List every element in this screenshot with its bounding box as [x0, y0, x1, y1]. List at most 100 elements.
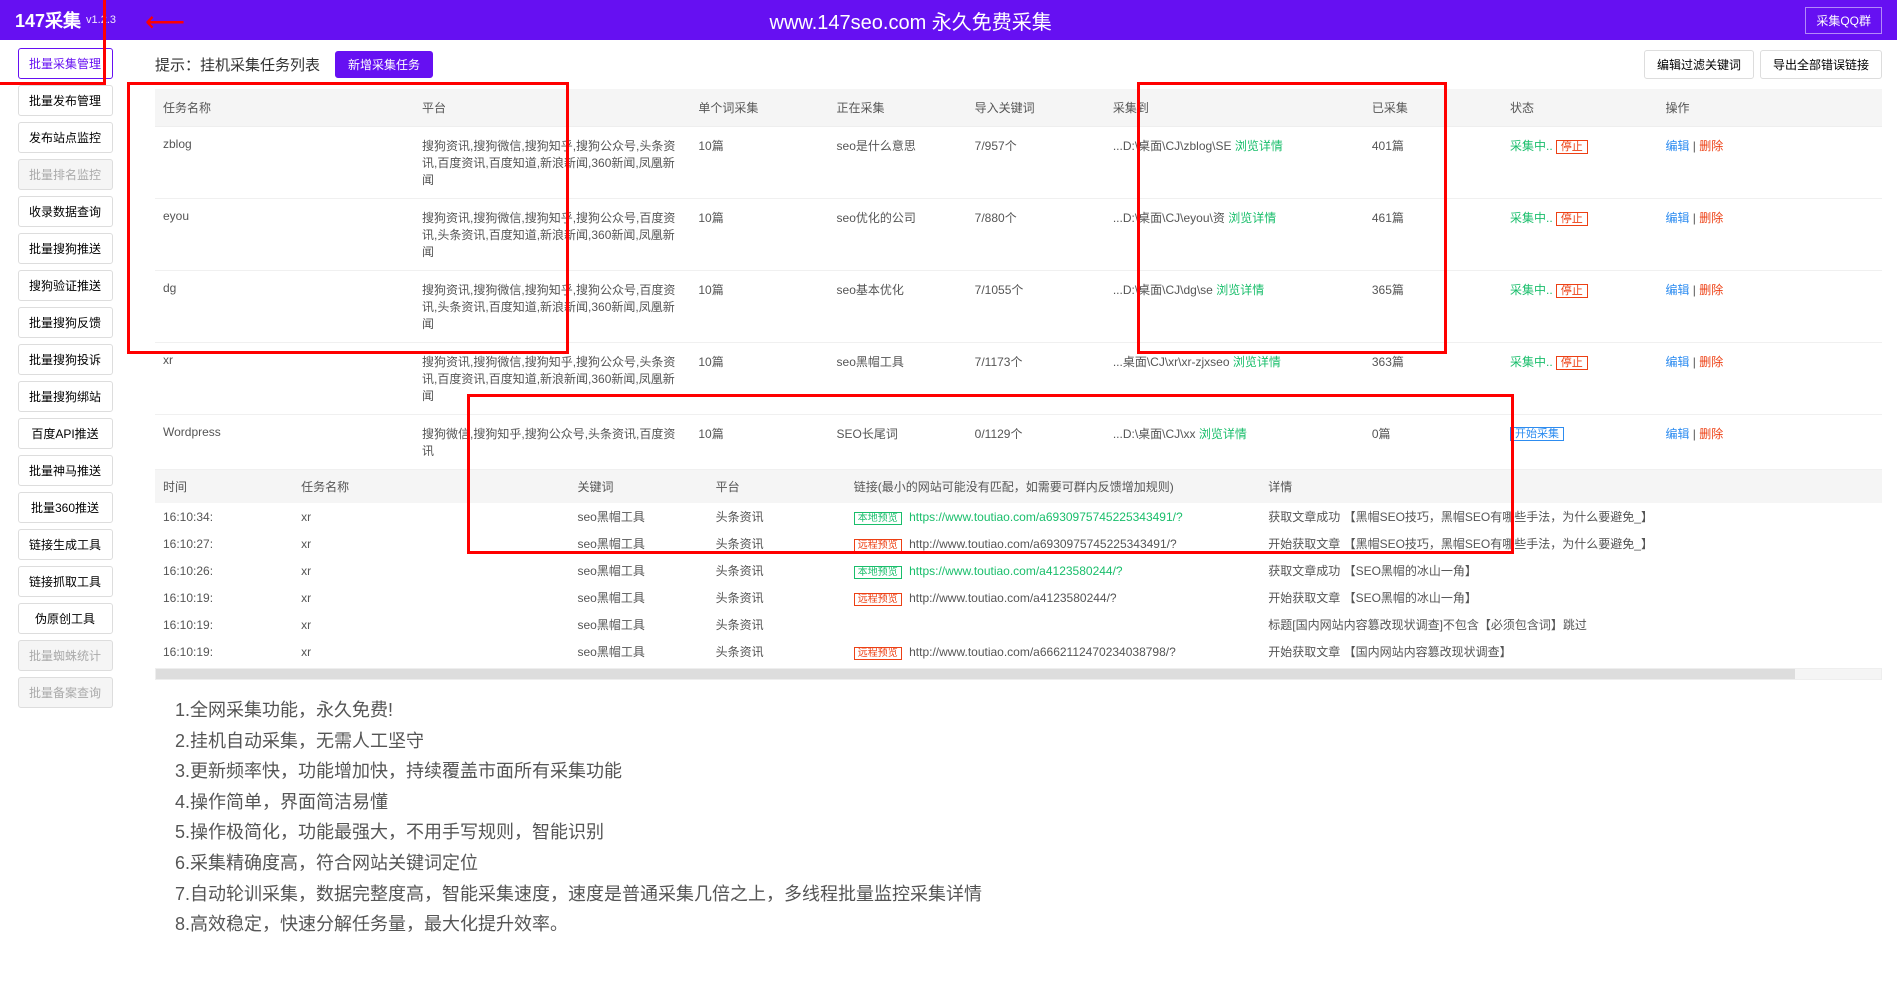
task-header: 正在采集	[829, 89, 967, 127]
task-count: 10篇	[690, 127, 828, 199]
task-current: SEO长尾词	[829, 415, 967, 470]
browse-link[interactable]: 浏览详情	[1235, 139, 1283, 153]
export-error-button[interactable]: 导出全部错误链接	[1760, 50, 1882, 79]
preview-badge[interactable]: 远程预览	[854, 647, 902, 660]
task-imported: 7/957个	[967, 127, 1105, 199]
sidebar-item-6[interactable]: 搜狗验证推送	[18, 270, 113, 301]
browse-link[interactable]: 浏览详情	[1216, 283, 1264, 297]
new-task-button[interactable]: 新增采集任务	[335, 51, 433, 78]
sidebar-item-4[interactable]: 收录数据查询	[18, 196, 113, 227]
sidebar-item-0[interactable]: 批量采集管理	[18, 48, 113, 79]
stop-button[interactable]: 停止	[1556, 140, 1588, 154]
sidebar-item-9[interactable]: 批量搜狗绑站	[18, 381, 113, 412]
log-task: xr	[293, 530, 569, 557]
task-imported: 7/880个	[967, 199, 1105, 271]
task-current: seo黑帽工具	[829, 343, 967, 415]
delete-link[interactable]: 删除	[1699, 283, 1723, 297]
task-imported: 7/1173个	[967, 343, 1105, 415]
task-path: ...D:\桌面\CJ\zblog\SE 浏览详情	[1105, 127, 1364, 199]
preview-badge[interactable]: 本地预览	[854, 512, 902, 525]
edit-link[interactable]: 编辑	[1665, 427, 1689, 441]
sidebar-item-1[interactable]: 批量发布管理	[18, 85, 113, 116]
log-platform: 头条资讯	[708, 557, 846, 584]
stop-button[interactable]: 停止	[1556, 284, 1588, 298]
sidebar-item-14[interactable]: 链接抓取工具	[18, 566, 113, 597]
log-keyword: seo黑帽工具	[569, 584, 707, 611]
log-detail: 开始获取文章 【国内网站内容篡改现状调查】	[1260, 638, 1882, 665]
browse-link[interactable]: 浏览详情	[1199, 427, 1247, 441]
edit-link[interactable]: 编辑	[1665, 211, 1689, 225]
log-url[interactable]: http://www.toutiao.com/a6930975745225343…	[909, 537, 1177, 551]
log-url[interactable]: https://www.toutiao.com/a4123580244/?	[909, 564, 1122, 578]
horizontal-scrollbar[interactable]	[155, 668, 1882, 680]
stop-button[interactable]: 停止	[1556, 212, 1588, 226]
task-header: 单个词采集	[690, 89, 828, 127]
qq-group-button[interactable]: 采集QQ群	[1805, 7, 1882, 34]
browse-link[interactable]: 浏览详情	[1233, 355, 1281, 369]
sidebar-item-13[interactable]: 链接生成工具	[18, 529, 113, 560]
sidebar: 批量采集管理批量发布管理发布站点监控批量排名监控收录数据查询批量搜狗推送搜狗验证…	[0, 40, 130, 950]
delete-link[interactable]: 删除	[1699, 139, 1723, 153]
feature-item: 5.操作极简化，功能最强大，不用手写规则，智能识别	[175, 817, 1882, 848]
sidebar-item-15[interactable]: 伪原创工具	[18, 603, 113, 634]
sidebar-item-5[interactable]: 批量搜狗推送	[18, 233, 113, 264]
log-keyword: seo黑帽工具	[569, 638, 707, 665]
feature-item: 4.操作简单，界面简洁易懂	[175, 787, 1882, 818]
log-row: 16:10:19:xrseo黑帽工具头条资讯 标题[国内网站内容篡改现状调查]不…	[155, 611, 1882, 638]
preview-badge[interactable]: 远程预览	[854, 593, 902, 606]
task-header: 状态	[1502, 89, 1657, 127]
task-header: 操作	[1657, 89, 1882, 127]
feature-list: 1.全网采集功能，永久免费!2.挂机自动采集，无需人工坚守3.更新频率快，功能增…	[155, 695, 1882, 940]
task-header: 已采集	[1364, 89, 1502, 127]
task-name: xr	[155, 343, 414, 415]
sidebar-item-12[interactable]: 批量360推送	[18, 492, 113, 523]
edit-link[interactable]: 编辑	[1665, 283, 1689, 297]
main-content: 提示：挂机采集任务列表 新增采集任务 编辑过滤关键词 导出全部错误链接 任务名称…	[130, 40, 1897, 950]
task-row: eyou搜狗资讯,搜狗微信,搜狗知乎,搜狗公众号,百度资讯,头条资讯,百度知道,…	[155, 199, 1882, 271]
sidebar-item-8[interactable]: 批量搜狗投诉	[18, 344, 113, 375]
start-button[interactable]: 开始采集	[1510, 427, 1564, 441]
sidebar-item-10[interactable]: 百度API推送	[18, 418, 113, 449]
sidebar-item-11[interactable]: 批量神马推送	[18, 455, 113, 486]
log-platform: 头条资讯	[708, 530, 846, 557]
task-path: ...D:\桌面\CJ\xx 浏览详情	[1105, 415, 1364, 470]
edit-link[interactable]: 编辑	[1665, 139, 1689, 153]
feature-item: 8.高效稳定，快速分解任务量，最大化提升效率。	[175, 909, 1882, 940]
preview-badge[interactable]: 远程预览	[854, 539, 902, 552]
stop-button[interactable]: 停止	[1556, 356, 1588, 370]
log-keyword: seo黑帽工具	[569, 557, 707, 584]
task-platform: 搜狗资讯,搜狗微信,搜狗知乎,搜狗公众号,头条资讯,百度资讯,百度知道,新浪新闻…	[414, 127, 690, 199]
task-row: zblog搜狗资讯,搜狗微信,搜狗知乎,搜狗公众号,头条资讯,百度资讯,百度知道…	[155, 127, 1882, 199]
log-url[interactable]: http://www.toutiao.com/a4123580244/?	[909, 591, 1116, 605]
edit-link[interactable]: 编辑	[1665, 355, 1689, 369]
log-url[interactable]: https://www.toutiao.com/a693097574522534…	[909, 510, 1183, 524]
delete-link[interactable]: 删除	[1699, 355, 1723, 369]
sidebar-item-7[interactable]: 批量搜狗反馈	[18, 307, 113, 338]
log-keyword: seo黑帽工具	[569, 530, 707, 557]
task-count: 10篇	[690, 415, 828, 470]
task-status: 开始采集	[1502, 415, 1657, 470]
task-status: 采集中..停止	[1502, 271, 1657, 343]
task-platform: 搜狗资讯,搜狗微信,搜狗知乎,搜狗公众号,百度资讯,头条资讯,百度知道,新浪新闻…	[414, 199, 690, 271]
log-keyword: seo黑帽工具	[569, 611, 707, 638]
delete-link[interactable]: 删除	[1699, 427, 1723, 441]
browse-link[interactable]: 浏览详情	[1228, 211, 1276, 225]
sidebar-item-2[interactable]: 发布站点监控	[18, 122, 113, 153]
filter-keyword-button[interactable]: 编辑过滤关键词	[1644, 50, 1754, 79]
preview-badge[interactable]: 本地预览	[854, 566, 902, 579]
delete-link[interactable]: 删除	[1699, 211, 1723, 225]
task-collected: 401篇	[1364, 127, 1502, 199]
log-row: 16:10:19:xrseo黑帽工具头条资讯远程预览 http://www.to…	[155, 584, 1882, 611]
log-row: 16:10:26:xrseo黑帽工具头条资讯本地预览 https://www.t…	[155, 557, 1882, 584]
feature-item: 7.自动轮训采集，数据完整度高，智能采集速度，速度是普通采集几倍之上，多线程批量…	[175, 879, 1882, 910]
task-status: 采集中..停止	[1502, 343, 1657, 415]
task-platform: 搜狗资讯,搜狗微信,搜狗知乎,搜狗公众号,百度资讯,头条资讯,百度知道,新浪新闻…	[414, 271, 690, 343]
log-platform: 头条资讯	[708, 611, 846, 638]
task-name: zblog	[155, 127, 414, 199]
task-imported: 0/1129个	[967, 415, 1105, 470]
task-row: xr搜狗资讯,搜狗微信,搜狗知乎,搜狗公众号,头条资讯,百度资讯,百度知道,新浪…	[155, 343, 1882, 415]
log-time: 16:10:19:	[155, 584, 293, 611]
task-platform: 搜狗资讯,搜狗微信,搜狗知乎,搜狗公众号,头条资讯,百度资讯,百度知道,新浪新闻…	[414, 343, 690, 415]
log-detail: 开始获取文章 【SEO黑帽的冰山一角】	[1260, 584, 1882, 611]
log-url[interactable]: http://www.toutiao.com/a6662112470234038…	[909, 645, 1176, 659]
